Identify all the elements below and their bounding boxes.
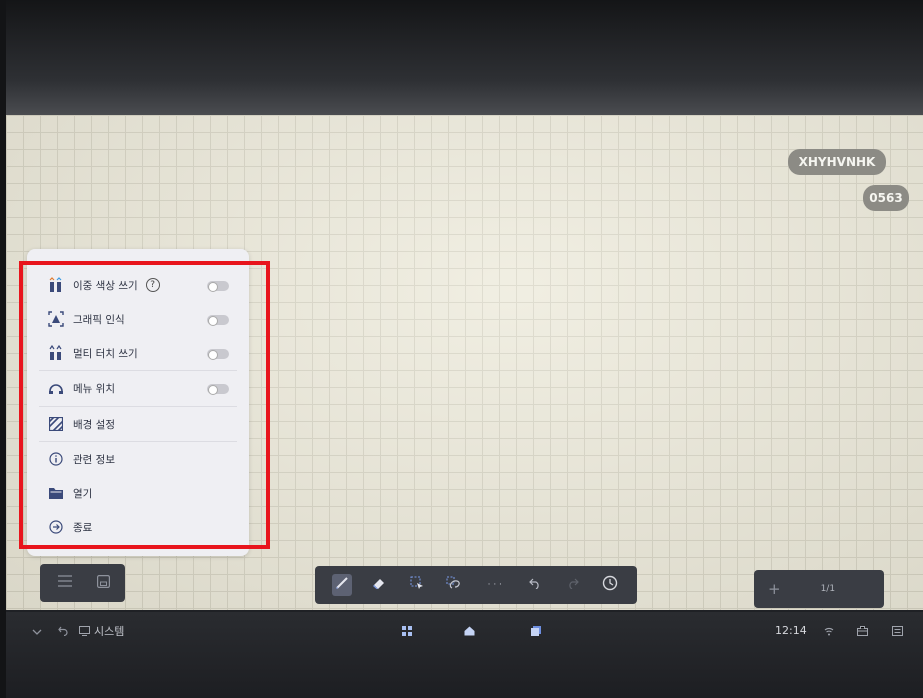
folder-icon bbox=[48, 485, 64, 501]
clock-time: 12:14 bbox=[775, 624, 807, 637]
menu-item-open[interactable]: 열기 bbox=[27, 476, 249, 510]
toolbox-icon[interactable] bbox=[857, 626, 868, 639]
menu-item-label: 멀티 터치 쓰기 bbox=[73, 347, 138, 360]
chevron-down-icon[interactable] bbox=[32, 626, 42, 639]
connection-code-badge[interactable]: 0563 bbox=[863, 185, 909, 211]
menu-item-multi-touch[interactable]: 멀티 터치 쓰기 bbox=[27, 336, 249, 370]
dual-color-toggle[interactable] bbox=[207, 281, 229, 292]
drawing-toolbar: · · · bbox=[315, 566, 637, 604]
menu-icon[interactable] bbox=[55, 575, 75, 591]
system-icon[interactable] bbox=[79, 626, 90, 639]
lasso-icon[interactable] bbox=[444, 576, 464, 594]
menu-item-label: 그래픽 인식 bbox=[73, 313, 125, 326]
wifi-icon[interactable] bbox=[824, 626, 834, 639]
multi-touch-pen-icon bbox=[48, 345, 64, 361]
add-page-button[interactable]: + bbox=[768, 580, 781, 598]
dual-color-pen-icon bbox=[48, 277, 64, 293]
menu-item-label: 관련 정보 bbox=[73, 453, 115, 466]
system-taskbar: 시스템 12:14 bbox=[0, 612, 923, 698]
eraser-icon[interactable] bbox=[369, 576, 389, 594]
redo-icon[interactable] bbox=[563, 577, 583, 593]
background-pattern-icon bbox=[48, 416, 64, 432]
menu-item-label: 메뉴 위치 bbox=[73, 382, 115, 395]
menu-item-dual-color[interactable]: 이중 색상 쓰기 ? bbox=[27, 268, 249, 302]
save-icon[interactable] bbox=[93, 574, 113, 592]
more-icon[interactable]: · · · bbox=[482, 580, 508, 590]
recent-apps-icon[interactable] bbox=[531, 626, 541, 639]
info-icon bbox=[48, 451, 64, 467]
exit-icon bbox=[48, 519, 64, 535]
apps-icon[interactable] bbox=[402, 626, 412, 639]
select-icon[interactable] bbox=[407, 576, 427, 594]
page-indicator[interactable]: 1/1 bbox=[821, 584, 835, 594]
top-bezel bbox=[0, 0, 923, 115]
menu-item-menu-position[interactable]: 메뉴 위치 bbox=[27, 371, 249, 405]
settings-menu-panel: 이중 색상 쓰기 ? 그래픽 인식 멀티 터치 쓰기 메뉴 위치 배경 설정 관… bbox=[27, 249, 249, 556]
menu-item-label: 종료 bbox=[73, 521, 93, 534]
shape-recognition-icon bbox=[48, 311, 64, 327]
menu-item-label: 이중 색상 쓰기 bbox=[73, 279, 138, 292]
menu-item-exit[interactable]: 종료 bbox=[27, 510, 249, 544]
multi-touch-toggle[interactable] bbox=[207, 349, 229, 360]
help-icon[interactable]: ? bbox=[145, 278, 160, 292]
back-icon[interactable] bbox=[58, 626, 68, 639]
system-label[interactable]: 시스템 bbox=[94, 623, 124, 639]
menu-item-shape-recognition[interactable]: 그래픽 인식 bbox=[27, 302, 249, 336]
menu-item-label: 배경 설정 bbox=[73, 418, 115, 431]
page-controls: + 1/1 bbox=[754, 570, 884, 608]
bottom-left-controls bbox=[40, 564, 125, 602]
screen-edge bbox=[0, 0, 6, 698]
menu-position-icon bbox=[48, 380, 64, 396]
device-id-badge[interactable]: XHYHVNHK bbox=[788, 149, 886, 175]
menu-position-toggle[interactable] bbox=[207, 384, 229, 395]
menu-item-label: 열기 bbox=[73, 487, 93, 500]
pen-icon[interactable] bbox=[331, 574, 352, 596]
keyboard-icon[interactable] bbox=[892, 626, 903, 639]
shape-recognition-toggle[interactable] bbox=[207, 315, 229, 326]
menu-item-info[interactable]: 관련 정보 bbox=[27, 442, 249, 476]
clock-icon[interactable] bbox=[600, 575, 620, 595]
undo-icon[interactable] bbox=[525, 577, 545, 593]
menu-item-background[interactable]: 배경 설정 bbox=[27, 407, 249, 441]
home-icon[interactable] bbox=[464, 626, 475, 639]
